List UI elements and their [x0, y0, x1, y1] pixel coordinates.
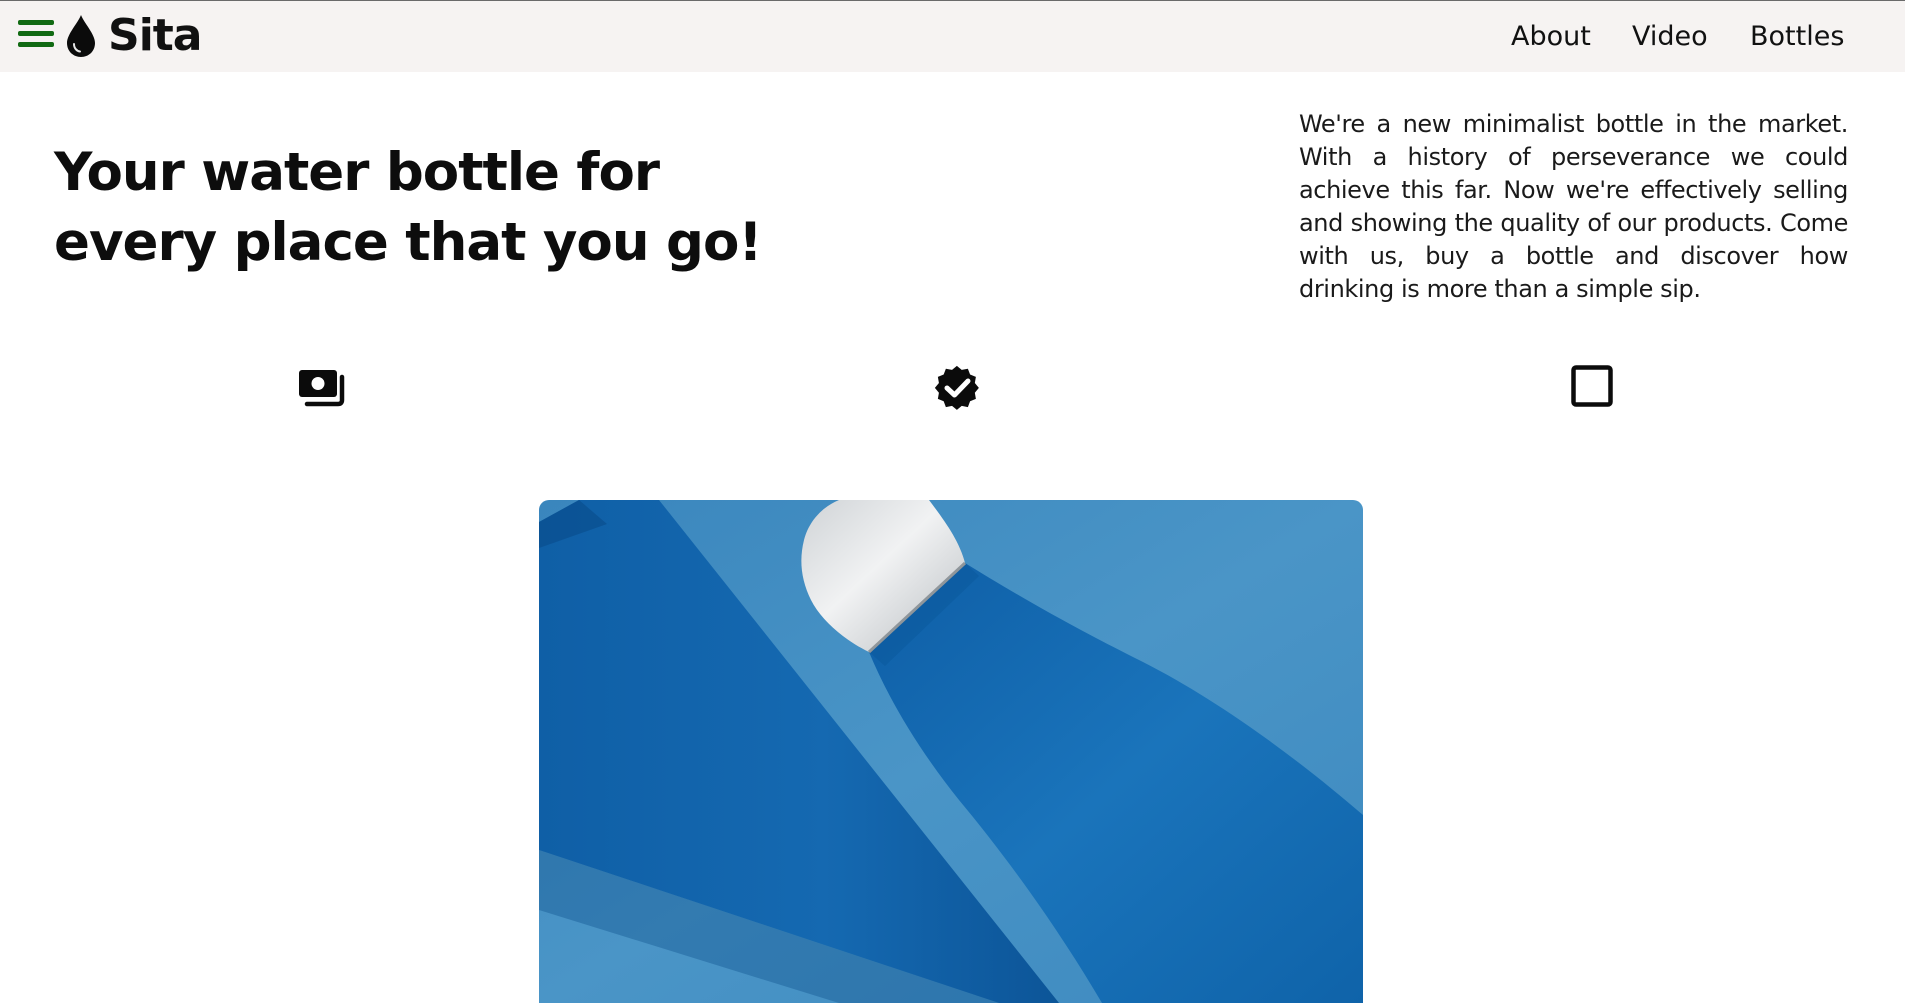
- blue-water-bottles-photo: [539, 500, 1363, 1003]
- hero-description: We're a new minimalist bottle in the mar…: [1299, 110, 1848, 303]
- nav-link-bottles[interactable]: Bottles: [1750, 19, 1844, 55]
- hero-title: Your water bottle for every place that y…: [54, 142, 763, 273]
- page: Sita About Video Bottles Your water bott…: [0, 0, 1905, 1003]
- money-bills-icon: [299, 370, 345, 407]
- verified-badge-icon: [934, 365, 979, 410]
- hamburger-menu-icon[interactable]: [18, 18, 54, 50]
- brand-name[interactable]: Sita: [108, 10, 202, 62]
- square-outline-icon: [1571, 365, 1613, 407]
- nav-link-video[interactable]: Video: [1632, 19, 1708, 55]
- water-drop-icon: [67, 15, 95, 57]
- nav-link-about[interactable]: About: [1511, 19, 1591, 55]
- top-navbar: Sita About Video Bottles: [0, 0, 1905, 72]
